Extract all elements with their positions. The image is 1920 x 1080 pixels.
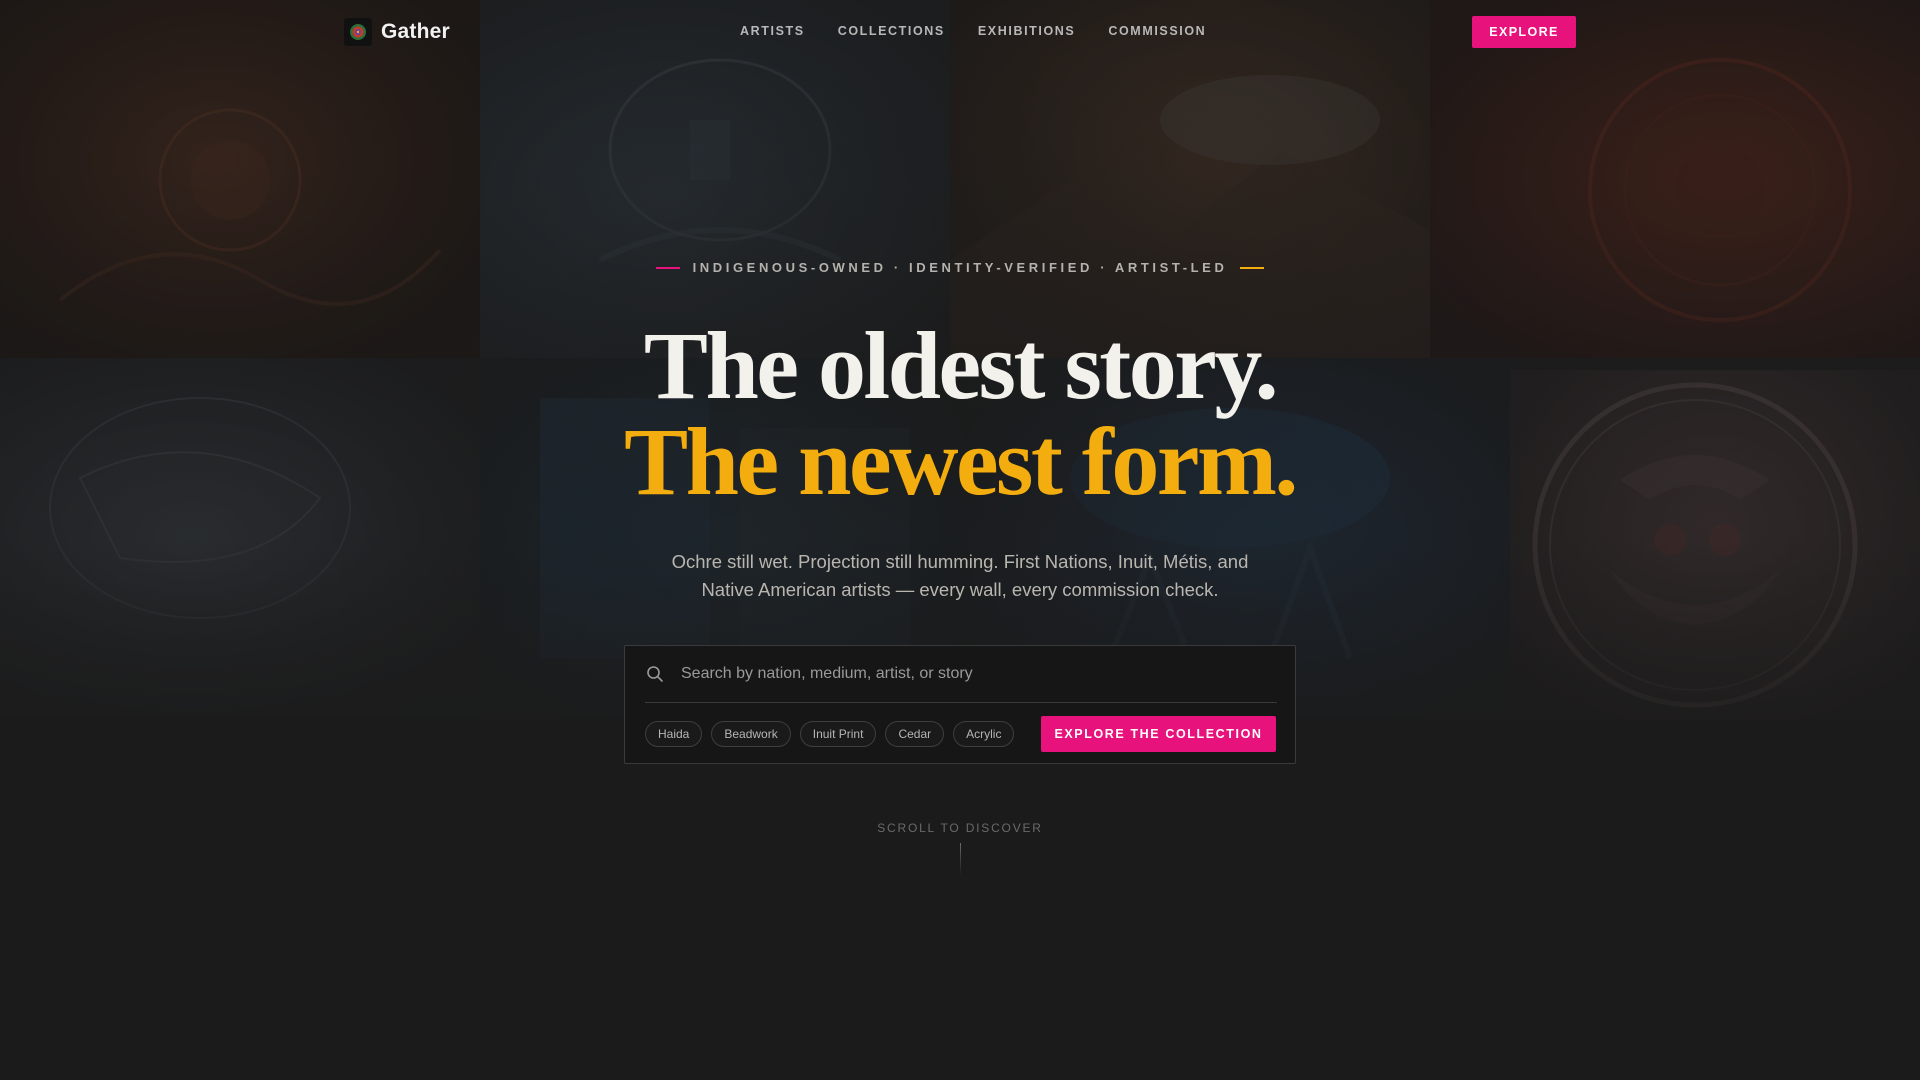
scroll-hint: SCROLL TO DISCOVER bbox=[877, 821, 1043, 835]
nav-link-collections[interactable]: COLLECTIONS bbox=[838, 24, 945, 38]
brand-logo-link[interactable]: Gather bbox=[344, 18, 450, 46]
chip-beadwork[interactable]: Beadwork bbox=[711, 721, 791, 747]
chip-inuit-print[interactable]: Inuit Print bbox=[799, 721, 877, 747]
chip-haida[interactable]: Haida bbox=[645, 721, 703, 747]
headline-line-1: The oldest story. bbox=[643, 312, 1279, 419]
filter-chips: Haida Beadwork Inuit Print Cedar Acrylic bbox=[645, 721, 1015, 747]
search-input[interactable] bbox=[681, 665, 1277, 683]
eyebrow-text: INDIGENOUS-OWNED · IDENTITY-VERIFIED · A… bbox=[692, 260, 1228, 275]
primary-nav: ARTISTS COLLECTIONS EXHIBITIONS COMMISSI… bbox=[740, 24, 1206, 38]
background-vignette bbox=[0, 0, 1920, 1080]
top-navigation: Gather ARTISTS COLLECTIONS EXHIBITIONS C… bbox=[0, 0, 1920, 64]
headline-line-2: The newest form. bbox=[624, 408, 1298, 515]
nav-link-exhibitions[interactable]: EXHIBITIONS bbox=[978, 24, 1075, 38]
explore-button[interactable]: EXPLORE bbox=[1472, 16, 1576, 48]
nav-link-commission[interactable]: COMMISSION bbox=[1108, 24, 1206, 38]
sun-mandala-icon bbox=[344, 18, 372, 46]
chip-acrylic[interactable]: Acrylic bbox=[953, 721, 1015, 747]
hero-subtitle: Ochre still wet. Projection still hummin… bbox=[671, 551, 1249, 600]
search-card: Haida Beadwork Inuit Print Cedar Acrylic… bbox=[624, 645, 1296, 764]
search-bar bbox=[645, 646, 1277, 703]
eyebrow-divider-left bbox=[655, 266, 680, 269]
scroll-indicator-line bbox=[960, 843, 961, 875]
search-icon bbox=[645, 664, 665, 684]
explore-collection-button[interactable]: EXPLORE THE COLLECTION bbox=[1041, 716, 1276, 752]
landing-page: Gather ARTISTS COLLECTIONS EXHIBITIONS C… bbox=[0, 0, 1920, 1080]
chip-cedar[interactable]: Cedar bbox=[885, 721, 945, 747]
eyebrow-divider-right bbox=[1240, 266, 1265, 269]
nav-link-artists[interactable]: ARTISTS bbox=[740, 24, 805, 38]
hero-eyebrow: INDIGENOUS-OWNED · IDENTITY-VERIFIED · A… bbox=[0, 260, 1920, 275]
hero-background-collage bbox=[0, 0, 1920, 1080]
brand-name: Gather bbox=[381, 20, 450, 43]
